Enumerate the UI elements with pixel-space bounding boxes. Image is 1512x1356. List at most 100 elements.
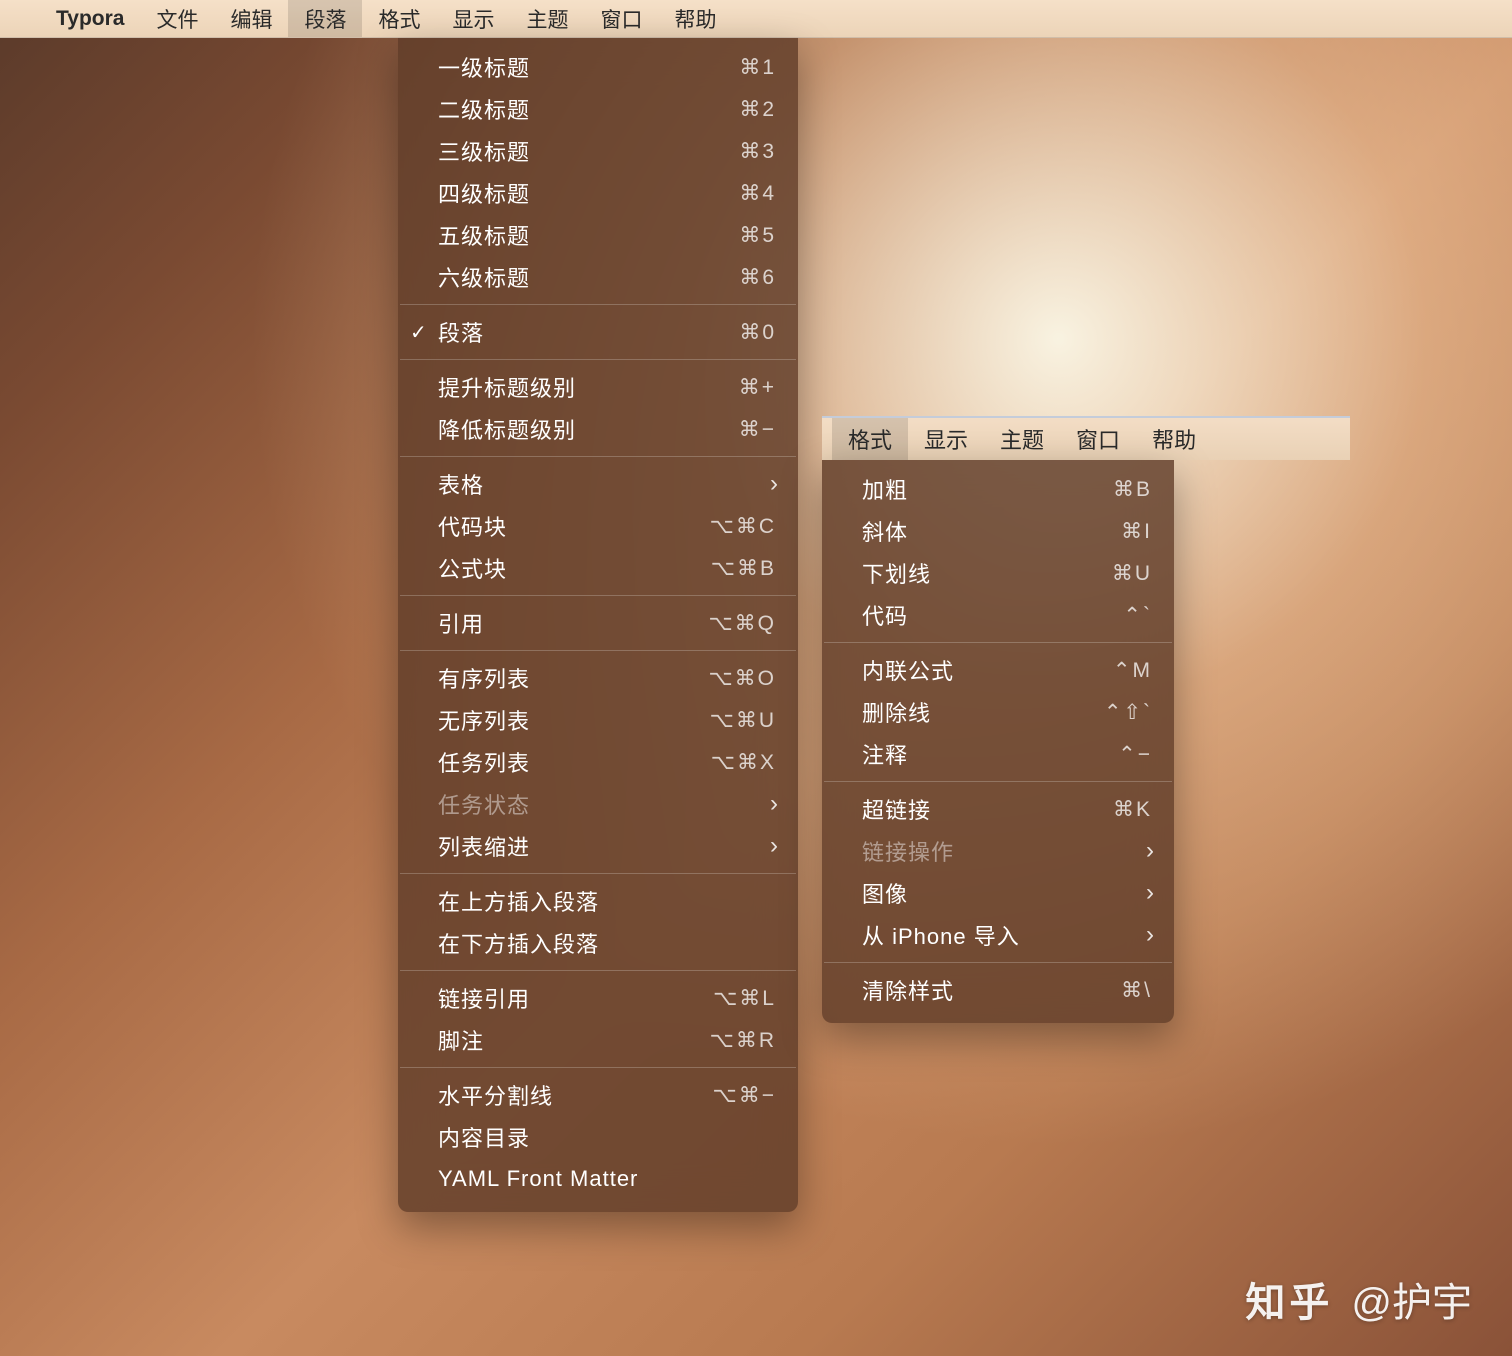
format-menu-item-label: 链接操作: [862, 835, 1152, 867]
format-menu-item-label: 删除线: [862, 696, 1104, 728]
paragraph-menu-item-label: 二级标题: [438, 93, 739, 125]
paragraph-menu-item-label: 四级标题: [438, 177, 739, 209]
shortcut-label: ⌥⌘Q: [708, 611, 776, 636]
paragraph-menu-item[interactable]: 代码块⌥⌘C: [398, 505, 798, 547]
format-menu-item[interactable]: 代码⌃`: [822, 594, 1174, 636]
paragraph-menu-item-label: 内容目录: [438, 1121, 776, 1153]
menubar-item-file[interactable]: 文件: [140, 0, 214, 37]
format-menu-item[interactable]: 删除线⌃⇧`: [822, 691, 1174, 733]
shortcut-label: ⌘1: [739, 55, 776, 80]
format-menu-item[interactable]: 内联公式⌃M: [822, 649, 1174, 691]
format-menu-item[interactable]: 注释⌃−: [822, 733, 1174, 775]
paragraph-menu-item[interactable]: 无序列表⌥⌘U: [398, 699, 798, 741]
paragraph-menu-item-label: 六级标题: [438, 261, 739, 293]
paragraph-menu-item[interactable]: ✓段落⌘0: [398, 311, 798, 353]
paragraph-menu-item-label: 任务状态: [438, 788, 776, 820]
paragraph-menu-item[interactable]: 有序列表⌥⌘O: [398, 657, 798, 699]
format-menu-item-label: 超链接: [862, 793, 1113, 825]
paragraph-menu-separator: [400, 595, 796, 596]
paragraph-menu-item[interactable]: 在上方插入段落: [398, 880, 798, 922]
format-menu-item[interactable]: 加粗⌘B: [822, 468, 1174, 510]
watermark-brand: 知乎: [1245, 1270, 1333, 1328]
format-menu-item[interactable]: 图像: [822, 872, 1174, 914]
paragraph-menu-item[interactable]: 水平分割线⌥⌘−: [398, 1074, 798, 1116]
paragraph-menu-item[interactable]: 公式块⌥⌘B: [398, 547, 798, 589]
watermark: 知乎 @护宇: [1245, 1270, 1472, 1328]
watermark-author: @护宇: [1351, 1270, 1472, 1328]
format-menu-item-label: 从 iPhone 导入: [862, 919, 1152, 951]
format-menu-item[interactable]: 超链接⌘K: [822, 788, 1174, 830]
paragraph-menu-item-label: 任务列表: [438, 746, 711, 778]
paragraph-menu-item-label: 链接引用: [438, 982, 713, 1014]
menubar-item-window[interactable]: 窗口: [584, 0, 658, 37]
shortcut-label: ⌘−: [739, 417, 776, 442]
paragraph-menu-item[interactable]: 在下方插入段落: [398, 922, 798, 964]
format-menu-item[interactable]: 从 iPhone 导入: [822, 914, 1174, 956]
mini-menubar-item-help[interactable]: 帮助: [1136, 418, 1212, 460]
paragraph-menu-item[interactable]: 五级标题⌘5: [398, 214, 798, 256]
shortcut-label: ⌥⌘R: [710, 1028, 776, 1053]
shortcut-label: ⌘+: [739, 375, 776, 400]
mini-menubar-item-theme[interactable]: 主题: [984, 418, 1060, 460]
paragraph-menu-item[interactable]: 四级标题⌘4: [398, 172, 798, 214]
format-menu-separator: [824, 962, 1172, 963]
paragraph-menu-item[interactable]: 引用⌥⌘Q: [398, 602, 798, 644]
paragraph-menu-item[interactable]: 脚注⌥⌘R: [398, 1019, 798, 1061]
shortcut-label: ⌥⌘B: [711, 556, 776, 581]
format-menu-item-label: 下划线: [862, 557, 1112, 589]
paragraph-menu-item[interactable]: 链接引用⌥⌘L: [398, 977, 798, 1019]
shortcut-label: ⌥⌘−: [713, 1083, 776, 1108]
shortcut-label: ⌥⌘L: [713, 986, 776, 1011]
shortcut-label: ⌘3: [739, 139, 776, 164]
format-menu-item[interactable]: 下划线⌘U: [822, 552, 1174, 594]
paragraph-menu-item[interactable]: 三级标题⌘3: [398, 130, 798, 172]
paragraph-menu-item[interactable]: 内容目录: [398, 1116, 798, 1158]
format-menu-item-label: 注释: [862, 738, 1118, 770]
mini-menubar-item-view[interactable]: 显示: [908, 418, 984, 460]
shortcut-label: ⌥⌘C: [710, 514, 776, 539]
paragraph-menu-item[interactable]: 一级标题⌘1: [398, 46, 798, 88]
shortcut-label: ⌃−: [1118, 742, 1152, 767]
shortcut-label: ⌃M: [1113, 658, 1152, 683]
paragraph-menu-separator: [400, 304, 796, 305]
shortcut-label: ⌘I: [1121, 519, 1152, 544]
menubar-item-theme[interactable]: 主题: [510, 0, 584, 37]
paragraph-dropdown: 一级标题⌘1二级标题⌘2三级标题⌘3四级标题⌘4五级标题⌘5六级标题⌘6✓段落⌘…: [398, 38, 798, 1212]
paragraph-menu-item[interactable]: 任务列表⌥⌘X: [398, 741, 798, 783]
menubar-item-edit[interactable]: 编辑: [214, 0, 288, 37]
format-menu-item[interactable]: 清除样式⌘\: [822, 969, 1174, 1011]
paragraph-menu-item-label: 列表缩进: [438, 830, 776, 862]
menubar-item-view[interactable]: 显示: [436, 0, 510, 37]
shortcut-label: ⌥⌘X: [711, 750, 776, 775]
mini-menubar-item-format[interactable]: 格式: [832, 418, 908, 460]
paragraph-menu-item-label: 脚注: [438, 1024, 710, 1056]
paragraph-menu-item[interactable]: 降低标题级别⌘−: [398, 408, 798, 450]
paragraph-menu-item[interactable]: 二级标题⌘2: [398, 88, 798, 130]
paragraph-menu-item[interactable]: 提升标题级别⌘+: [398, 366, 798, 408]
menubar-item-help[interactable]: 帮助: [658, 0, 732, 37]
menubar-item-paragraph[interactable]: 段落: [288, 0, 362, 37]
paragraph-menu-item-label: 有序列表: [438, 662, 708, 694]
check-icon: ✓: [410, 320, 427, 345]
paragraph-menu-item-label: 引用: [438, 607, 708, 639]
menubar: Typora 文件 编辑 段落 格式 显示 主题 窗口 帮助: [0, 0, 1512, 38]
menubar-app-name[interactable]: Typora: [40, 0, 140, 37]
format-menu-item-label: 代码: [862, 599, 1123, 631]
format-menu-item-label: 清除样式: [862, 974, 1121, 1006]
paragraph-menu-item[interactable]: YAML Front Matter: [398, 1158, 798, 1200]
mini-menubar-item-window[interactable]: 窗口: [1060, 418, 1136, 460]
format-menu-item[interactable]: 斜体⌘I: [822, 510, 1174, 552]
paragraph-menu-item-label: 无序列表: [438, 704, 710, 736]
format-menu-item-label: 图像: [862, 877, 1152, 909]
paragraph-menu-item[interactable]: 六级标题⌘6: [398, 256, 798, 298]
shortcut-label: ⌘U: [1112, 561, 1152, 586]
paragraph-menu-item-label: YAML Front Matter: [438, 1166, 776, 1192]
menubar-item-format[interactable]: 格式: [362, 0, 436, 37]
paragraph-menu-item[interactable]: 表格: [398, 463, 798, 505]
shortcut-label: ⌘B: [1113, 477, 1152, 502]
paragraph-menu-separator: [400, 359, 796, 360]
paragraph-menu-item-label: 五级标题: [438, 219, 739, 251]
paragraph-menu-item[interactable]: 列表缩进: [398, 825, 798, 867]
shortcut-label: ⌘5: [739, 223, 776, 248]
paragraph-menu-separator: [400, 456, 796, 457]
